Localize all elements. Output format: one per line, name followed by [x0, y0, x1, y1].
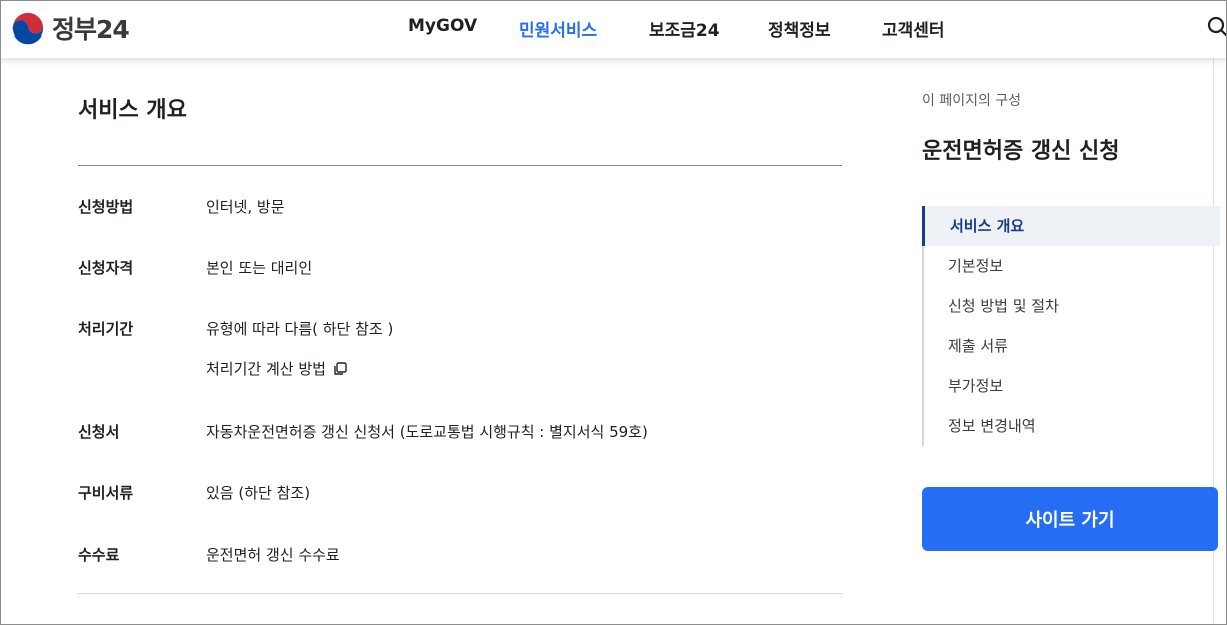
row-label-fee: 수수료 [78, 546, 120, 564]
toc-item-change-history[interactable]: 정보 변경내역 [922, 406, 1220, 446]
row-value-method: 인터넷, 방문 [206, 198, 285, 216]
top-header: 정부24 MyGOV 민원서비스 보조금24 정책정보 고객센터 [0, 0, 1227, 58]
section-title: 서비스 개요 [78, 98, 187, 123]
nav-item-subsidy24[interactable]: 보조금24 [649, 16, 720, 41]
nav-item-policy-info[interactable]: 정책정보 [768, 16, 831, 41]
toc-list: 서비스 개요 기본정보 신청 방법 및 절차 제출 서류 부가정보 정보 변경내… [922, 206, 1220, 446]
row-value-application-form: 자동차운전면허증 갱신 신청서 (도로교통법 시행규칙 : 별지서식 59호) [206, 423, 648, 441]
row-label-eligibility: 신청자격 [78, 259, 134, 277]
row-label-application-form: 신청서 [78, 423, 120, 441]
row-value-fee: 운전면허 갱신 수수료 [206, 546, 340, 564]
row-value-documents: 있음 (하단 참조) [206, 484, 311, 502]
toc-item-method-procedure[interactable]: 신청 방법 및 절차 [922, 286, 1220, 326]
main-navigation: MyGOV 민원서비스 보조금24 정책정보 고객센터 [0, 0, 1227, 58]
toc-item-submit-documents[interactable]: 제출 서류 [922, 326, 1220, 366]
processing-time-calc-label: 처리기간 계산 방법 [206, 360, 326, 378]
row-label-documents: 구비서류 [78, 484, 134, 502]
toc-caption: 이 페이지의 구성 [922, 93, 1022, 109]
nav-item-customer-center[interactable]: 고객센터 [882, 16, 945, 41]
row-label-method: 신청방법 [78, 198, 134, 216]
search-icon[interactable] [1205, 14, 1227, 40]
row-label-processing-time: 처리기간 [78, 320, 134, 338]
toc-item-basic-info[interactable]: 기본정보 [922, 246, 1220, 286]
nav-item-civil-services[interactable]: 민원서비스 [519, 16, 597, 41]
processing-time-calc-link[interactable]: 처리기간 계산 방법 [206, 358, 348, 379]
section-divider-bottom [78, 593, 842, 594]
nav-item-mygov[interactable]: MyGOV [408, 16, 477, 36]
go-to-site-button[interactable]: 사이트 가기 [922, 487, 1218, 551]
toc-item-service-overview[interactable]: 서비스 개요 [922, 206, 1220, 246]
toc-item-additional-info[interactable]: 부가정보 [922, 366, 1220, 406]
section-divider-top [78, 165, 842, 166]
row-value-processing-time: 유형에 따라 다름( 하단 참조 ) [206, 320, 394, 338]
row-value-eligibility: 본인 또는 대리인 [206, 259, 313, 277]
copy-icon [334, 361, 347, 375]
toc-page-title: 운전면허증 갱신 신청 [922, 139, 1120, 164]
